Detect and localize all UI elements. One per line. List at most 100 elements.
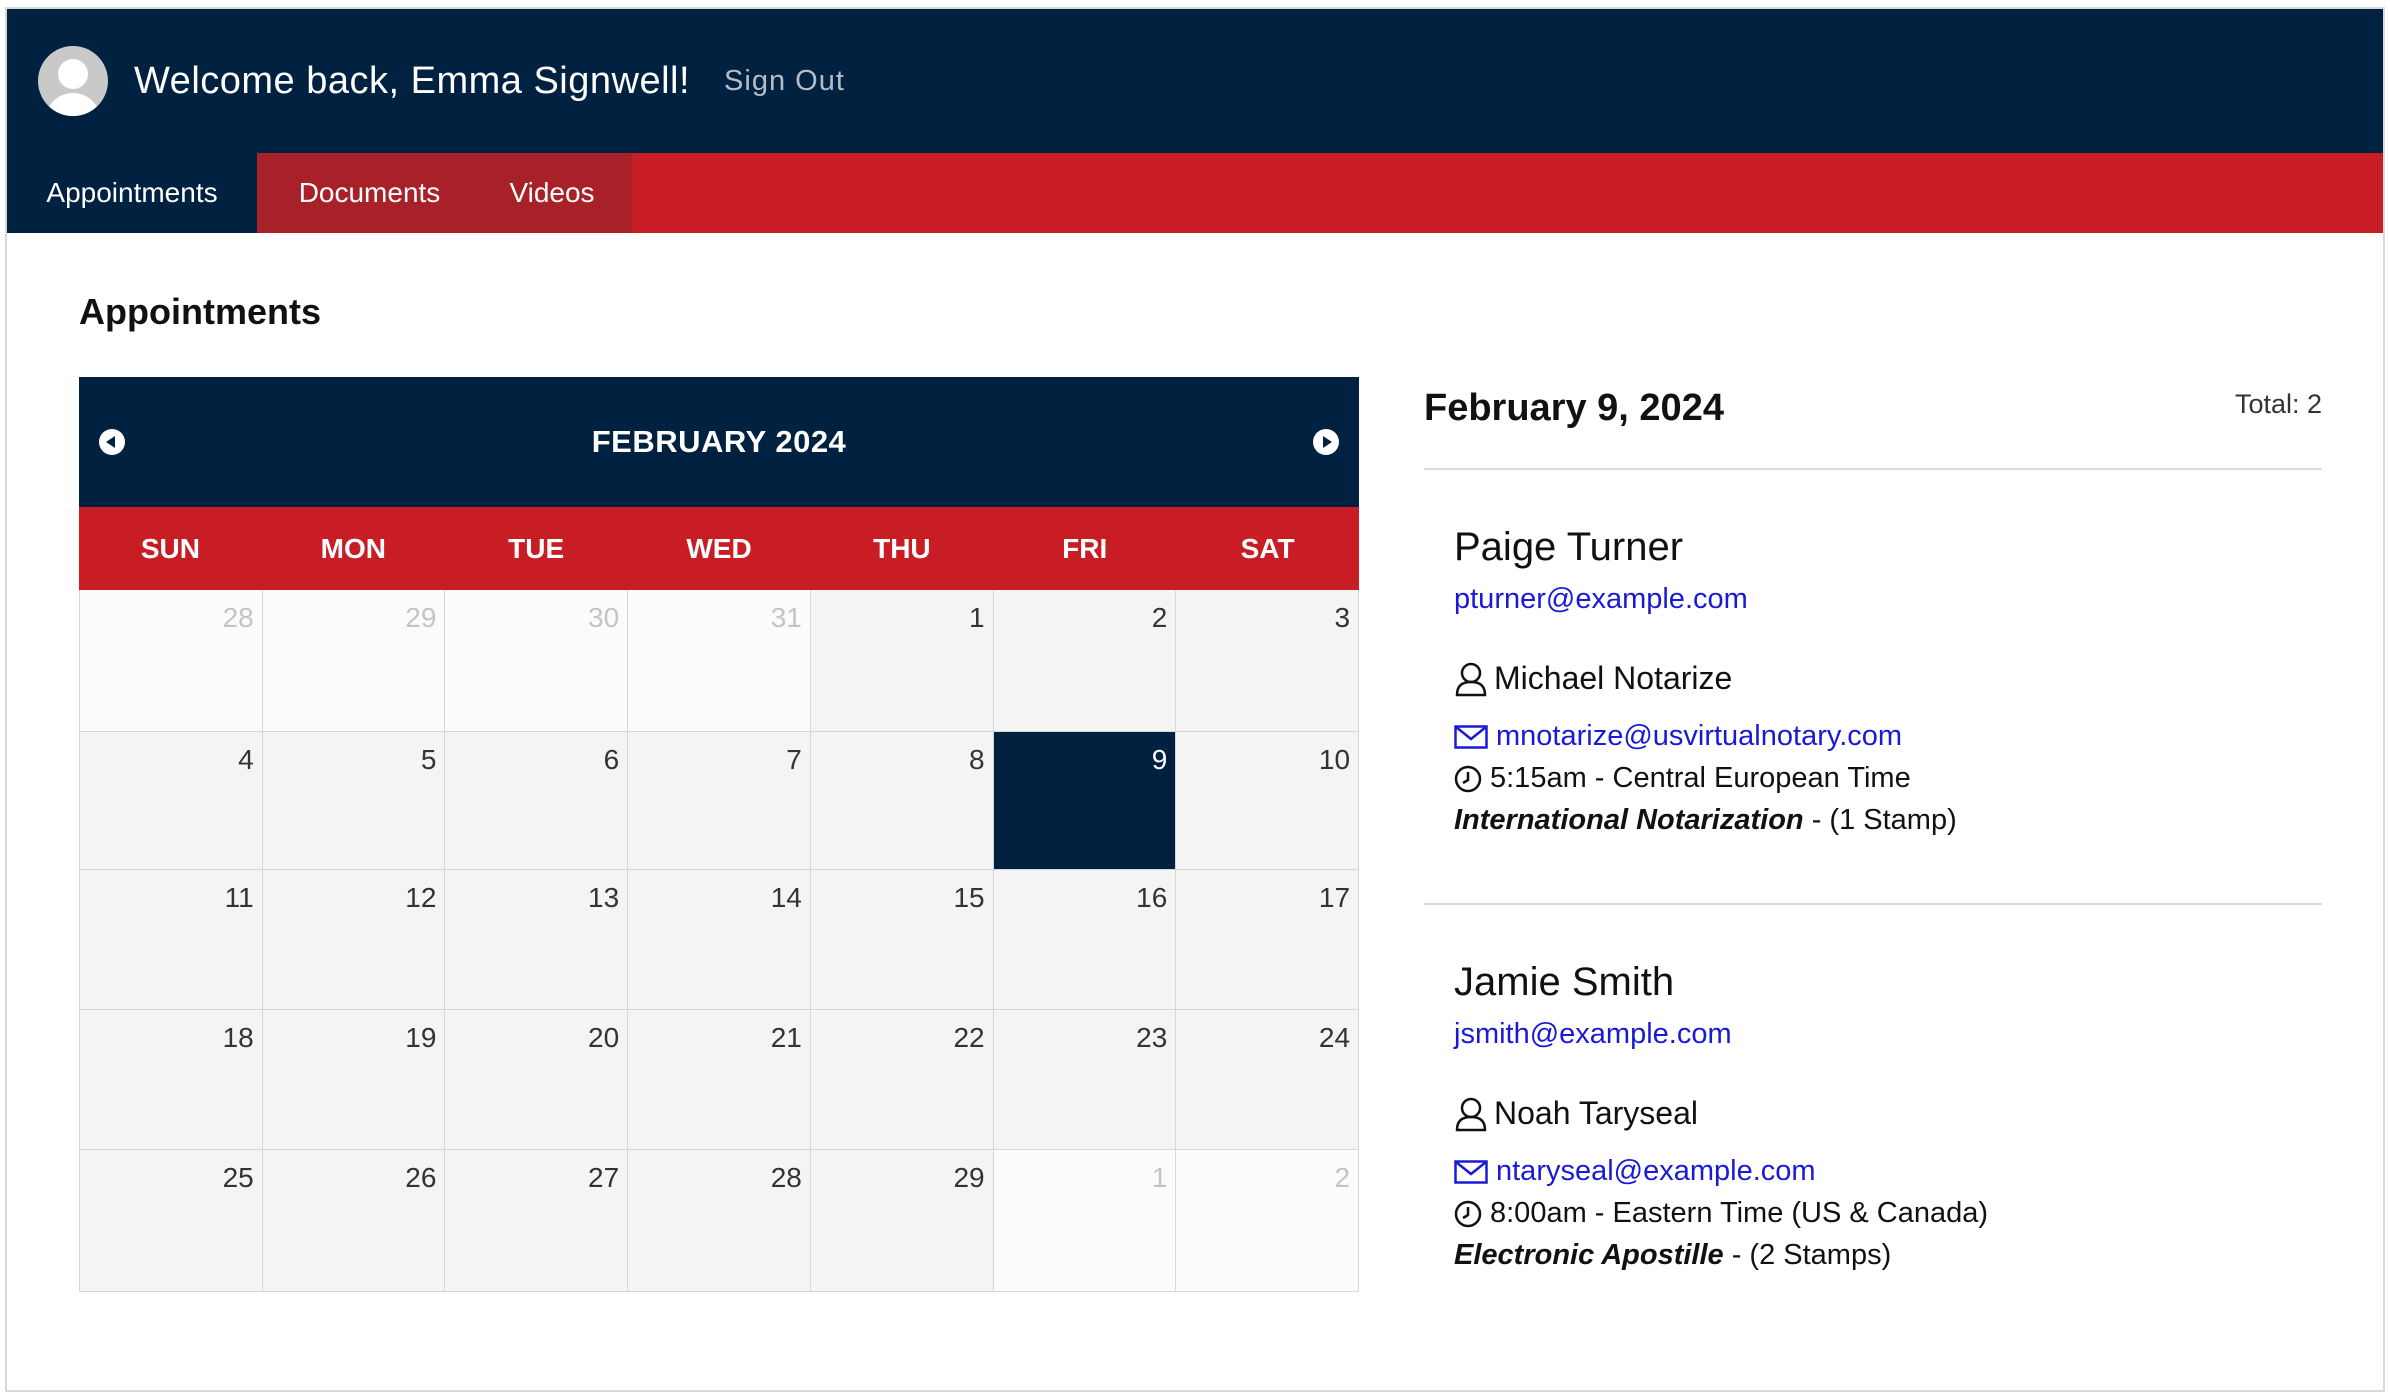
- calendar-day[interactable]: 19: [262, 1010, 446, 1150]
- calendar-day[interactable]: 3: [1176, 590, 1360, 732]
- calendar: FEBRUARY 2024 SUN MON TUE WED THU FRI SA…: [79, 377, 1360, 1292]
- calendar-day[interactable]: 25: [80, 1150, 263, 1292]
- calendar-day[interactable]: 14: [628, 870, 811, 1010]
- day-number: 21: [770, 1022, 802, 1053]
- person-outline-icon: [1454, 661, 1488, 697]
- day-number: 18: [222, 1022, 254, 1053]
- calendar-day[interactable]: 16: [993, 870, 1177, 1010]
- notary-name: Noah Taryseal: [1494, 1095, 1698, 1131]
- day-number: 6: [603, 744, 620, 775]
- calendar-day[interactable]: 4: [80, 732, 263, 870]
- notary-email-link[interactable]: mnotarize@usvirtualnotary.com: [1496, 720, 1902, 753]
- client-email-link[interactable]: jsmith@example.com: [1454, 1018, 1732, 1051]
- calendar-day[interactable]: 2: [993, 590, 1177, 732]
- appointment-time: 8:00am - Eastern Time (US & Canada): [1490, 1197, 1989, 1229]
- day-number: 17: [1318, 882, 1351, 913]
- calendar-day[interactable]: 7: [628, 732, 811, 870]
- calendar-day[interactable]: 12: [262, 870, 446, 1010]
- clock-icon: [1454, 765, 1482, 793]
- envelope-icon: [1454, 1159, 1488, 1184]
- day-number: 4: [238, 744, 254, 775]
- notary-email-row: mnotarize@usvirtualnotary.com: [1454, 720, 1902, 753]
- day-number: 27: [588, 1162, 620, 1193]
- appointment-card: Jamie Smith jsmith@example.com Noah Tary…: [1424, 905, 2322, 1305]
- calendar-day[interactable]: 2: [1176, 1150, 1360, 1292]
- main-nav: Appointments Documents Videos: [7, 153, 2383, 233]
- client-name: Paige Turner: [1454, 525, 1684, 569]
- calendar-day[interactable]: 27: [445, 1150, 629, 1292]
- tab-documents[interactable]: Documents: [257, 153, 482, 233]
- chevron-right-circle-icon[interactable]: [1313, 429, 1339, 455]
- notary-email-link[interactable]: ntaryseal@example.com: [1496, 1155, 1816, 1188]
- tab-videos[interactable]: Videos: [482, 153, 632, 233]
- day-number: 22: [953, 1022, 985, 1053]
- calendar-day[interactable]: 6: [445, 732, 629, 870]
- calendar-day[interactable]: 13: [445, 870, 629, 1010]
- calendar-day[interactable]: 18: [80, 1010, 263, 1150]
- day-number: 25: [222, 1162, 254, 1193]
- sign-out-link[interactable]: Sign Out: [724, 65, 845, 98]
- client-email-link[interactable]: pturner@example.com: [1454, 583, 1748, 616]
- weekday-label: THU: [873, 532, 931, 564]
- day-number: 26: [405, 1162, 437, 1193]
- calendar-day[interactable]: 29: [262, 590, 446, 732]
- client-name: Jamie Smith: [1454, 960, 1675, 1004]
- day-number: 1: [1151, 1162, 1168, 1193]
- day-number: 29: [953, 1162, 985, 1193]
- tab-appointments[interactable]: Appointments: [7, 153, 257, 233]
- calendar-day[interactable]: 10: [1176, 732, 1360, 870]
- day-number: 15: [953, 882, 985, 913]
- page-title: Appointments: [79, 291, 321, 332]
- appointment-time: 5:15am - Central European Time: [1490, 762, 1911, 794]
- stamp-count: - (2 Stamps): [1723, 1239, 1892, 1271]
- weekday-label: TUE: [508, 532, 565, 564]
- day-number: 28: [770, 1162, 802, 1193]
- calendar-day[interactable]: 11: [80, 870, 263, 1010]
- calendar-day[interactable]: 26: [262, 1150, 446, 1292]
- calendar-day[interactable]: 23: [993, 1010, 1177, 1150]
- calendar-day[interactable]: 30: [445, 590, 629, 732]
- day-number: 12: [405, 882, 437, 913]
- calendar-day[interactable]: 21: [628, 1010, 811, 1150]
- calendar-day[interactable]: 1: [810, 590, 994, 732]
- calendar-day[interactable]: 17: [1176, 870, 1360, 1010]
- day-number: 2: [1151, 602, 1168, 633]
- detail-header: February 9, 2024 Total: 2: [1424, 377, 2322, 470]
- calendar-week-row: 28 29 30 31 1 2 3: [80, 590, 1360, 732]
- calendar-day-selected[interactable]: 9: [993, 732, 1177, 870]
- calendar-day[interactable]: 8: [810, 732, 994, 870]
- weekday-header: SUN MON TUE WED THU FRI SAT: [79, 507, 1359, 590]
- weekday-label: FRI: [1062, 532, 1108, 564]
- calendar-day[interactable]: 20: [445, 1010, 629, 1150]
- calendar-grid: 28 29 30 31 1 2 3 4 5 6 7 8 9 10 11 12 13 14 15 16 17 18 19 20 2…: [79, 590, 1360, 1292]
- calendar-day[interactable]: 28: [80, 590, 263, 732]
- top-bar: Welcome back, Emma Signwell! Sign Out: [7, 9, 2383, 153]
- day-number: 31: [770, 602, 802, 633]
- service-line: Electronic Apostille - (2 Stamps): [1454, 1239, 1891, 1272]
- calendar-day[interactable]: 29: [810, 1150, 994, 1292]
- chevron-left-circle-icon[interactable]: [99, 429, 125, 455]
- day-number: 16: [1136, 882, 1168, 913]
- calendar-day[interactable]: 31: [628, 590, 811, 732]
- calendar-day[interactable]: 24: [1176, 1010, 1360, 1150]
- day-number: 5: [420, 744, 437, 775]
- calendar-day[interactable]: 28: [628, 1150, 811, 1292]
- day-number: 2: [1334, 1162, 1351, 1193]
- envelope-icon: [1454, 724, 1488, 749]
- day-number: 29: [405, 602, 437, 633]
- calendar-day[interactable]: 1: [993, 1150, 1177, 1292]
- day-number: 13: [588, 882, 620, 913]
- time-row: 8:00am - Eastern Time (US & Canada): [1454, 1197, 1988, 1230]
- day-number: 10: [1318, 744, 1351, 775]
- calendar-day[interactable]: 5: [262, 732, 446, 870]
- calendar-header: FEBRUARY 2024: [79, 377, 1359, 507]
- clock-icon: [1454, 1200, 1482, 1228]
- notary-row: Michael Notarize: [1454, 660, 1732, 697]
- calendar-day[interactable]: 15: [810, 870, 994, 1010]
- person-outline-icon: [1454, 1096, 1488, 1132]
- selected-date: February 9, 2024: [1424, 387, 1724, 429]
- day-number: 8: [969, 744, 985, 775]
- calendar-week-row: 25 26 27 28 29 1 2: [80, 1150, 1360, 1292]
- calendar-day[interactable]: 22: [810, 1010, 994, 1150]
- day-number: 20: [588, 1022, 620, 1053]
